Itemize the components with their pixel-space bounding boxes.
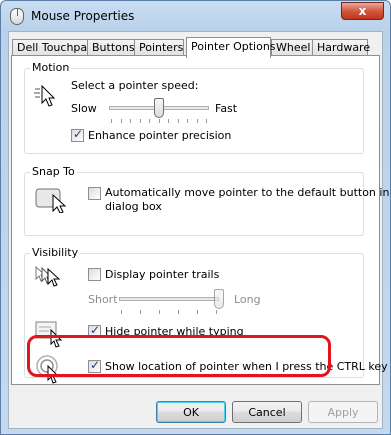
enhance-precision-label: Enhance pointer precision bbox=[88, 129, 232, 142]
mouse-icon bbox=[10, 8, 24, 25]
snap-to-label-line2: dialog box bbox=[105, 200, 162, 213]
slider-tick bbox=[197, 119, 198, 123]
pointer-speed-label: Select a pointer speed: bbox=[71, 79, 199, 92]
slider-tick bbox=[140, 310, 141, 314]
pointer-trails-icon bbox=[35, 265, 61, 287]
slider-tick bbox=[197, 310, 198, 314]
mouse-properties-window: Mouse Properties x Dell Touchpad Buttons… bbox=[0, 0, 391, 435]
snap-to-group: Snap To Automatically move pointer to th… bbox=[24, 165, 390, 236]
snap-to-checkbox[interactable] bbox=[88, 187, 101, 200]
long-label: Long bbox=[234, 293, 261, 306]
snap-to-icon bbox=[35, 188, 67, 213]
slider-tick bbox=[159, 119, 160, 123]
slider-tick bbox=[111, 119, 112, 123]
slider-tick bbox=[159, 310, 160, 314]
slider-tick bbox=[149, 119, 150, 123]
short-label: Short bbox=[88, 293, 118, 306]
pointer-trails-ticks bbox=[121, 310, 217, 314]
ok-button[interactable]: OK bbox=[156, 401, 226, 423]
pointer-speed-ticks bbox=[111, 119, 207, 123]
slider-tick bbox=[206, 119, 207, 123]
tab-hardware[interactable]: Hardware bbox=[312, 39, 370, 56]
slider-tick bbox=[178, 119, 179, 123]
slider-tick bbox=[187, 119, 188, 123]
close-button[interactable]: x bbox=[341, 2, 384, 20]
title-bar[interactable]: Mouse Properties x bbox=[1, 1, 390, 31]
slider-tick bbox=[168, 119, 169, 123]
annotation-highlight bbox=[27, 335, 331, 377]
snap-to-group-title: Snap To bbox=[30, 165, 77, 178]
tab-pointers[interactable]: Pointers bbox=[134, 39, 184, 56]
motion-group: Motion Select a pointer speed: Slow Fast… bbox=[24, 61, 364, 154]
pointer-trails-checkbox[interactable] bbox=[88, 268, 101, 281]
pointer-trails-track bbox=[119, 297, 219, 301]
motion-group-title: Motion bbox=[30, 61, 72, 74]
tab-dell-touchpad[interactable]: Dell Touchpad bbox=[12, 39, 94, 56]
tab-pointer-options[interactable]: Pointer Options bbox=[186, 37, 276, 58]
window-title: Mouse Properties bbox=[31, 9, 135, 23]
pointer-speed-slider-thumb[interactable] bbox=[154, 98, 164, 118]
visibility-group-title: Visibility bbox=[30, 246, 81, 259]
snap-to-label-line1: Automatically move pointer to the defaul… bbox=[105, 186, 391, 199]
slider-tick bbox=[216, 310, 217, 314]
slow-label: Slow bbox=[71, 102, 97, 115]
slider-tick bbox=[130, 119, 131, 123]
pointer-speed-icon bbox=[34, 84, 56, 107]
slider-tick bbox=[140, 119, 141, 123]
fast-label: Fast bbox=[215, 102, 238, 115]
slider-tick bbox=[121, 310, 122, 314]
apply-button[interactable]: Apply bbox=[308, 401, 378, 423]
pointer-trails-slider-thumb[interactable] bbox=[214, 289, 224, 309]
slider-tick bbox=[121, 119, 122, 123]
close-icon: x bbox=[358, 4, 367, 18]
pointer-trails-label: Display pointer trails bbox=[105, 268, 220, 281]
tab-buttons[interactable]: Buttons bbox=[87, 39, 135, 56]
cancel-button[interactable]: Cancel bbox=[232, 401, 302, 423]
slider-tick bbox=[178, 310, 179, 314]
tab-wheel[interactable]: Wheel bbox=[271, 39, 313, 56]
enhance-precision-checkbox[interactable] bbox=[71, 127, 84, 142]
